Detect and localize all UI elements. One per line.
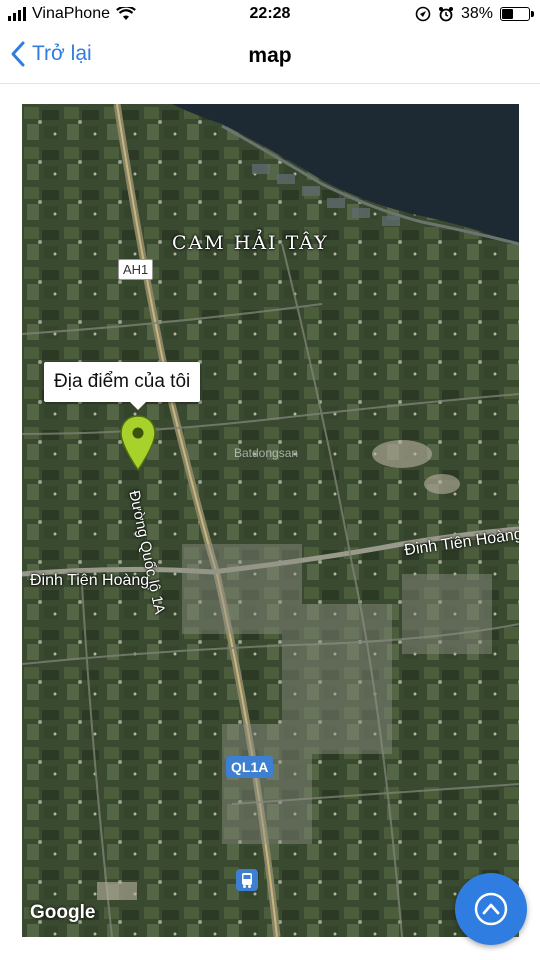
location-lock-icon	[415, 6, 431, 22]
status-right: 38%	[415, 5, 534, 23]
back-button[interactable]: Trở lại	[10, 40, 92, 68]
highway-badge-ah1: AH1	[118, 259, 154, 280]
back-label: Trở lại	[32, 42, 92, 65]
highway-badge-ql1a: QL1A	[226, 756, 274, 778]
satellite-map[interactable]: CAM HẢI TÂY AH1 Địa điểm của tôi Đường Q…	[22, 104, 519, 937]
watermark: Batdongsan	[234, 446, 299, 460]
nav-bar: Trở lại map	[0, 30, 540, 84]
google-logo: Google	[30, 902, 96, 923]
status-bar: VinaPhone 22:28 38%	[0, 0, 540, 30]
area-label: CAM HẢI TÂY	[172, 232, 329, 254]
bus-stop-icon[interactable]	[236, 869, 258, 891]
scroll-to-top-button[interactable]	[455, 873, 527, 945]
chevron-up-icon	[474, 892, 508, 926]
battery-percent: 38%	[460, 5, 493, 22]
satellite-imagery	[22, 104, 519, 937]
location-pin-icon[interactable]	[118, 414, 158, 474]
chevron-left-icon	[11, 41, 25, 67]
alarm-icon	[438, 7, 453, 22]
battery-icon	[500, 7, 534, 21]
street-label-left: Đinh Tiên Hoàng	[30, 572, 150, 589]
my-location-callout[interactable]: Địa điểm của tôi	[44, 362, 201, 410]
